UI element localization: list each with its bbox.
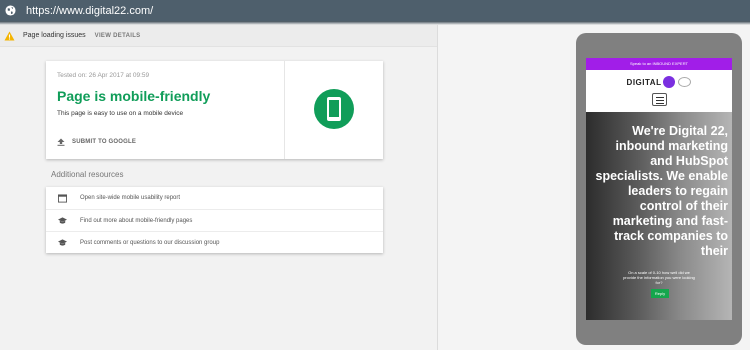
result-card: Tested on: 26 Apr 2017 at 09:59 Page is … <box>46 61 383 159</box>
url-text[interactable]: https://www.digital22.com/ <box>26 5 153 17</box>
page-preview-screen[interactable]: Speak to an INBOUND EXPERT DIGITAL We're… <box>586 58 732 320</box>
partner-seal-icon <box>678 77 692 87</box>
address-bar: https://www.digital22.com/ <box>0 0 750 25</box>
submit-label: SUBMIT TO GOOGLE <box>72 139 137 145</box>
resources-list: Open site-wide mobile usability report F… <box>46 187 383 253</box>
phone-frame: Speak to an INBOUND EXPERT DIGITAL We're… <box>576 33 742 345</box>
resource-label: Post comments or questions to our discus… <box>80 239 220 246</box>
resource-label: Find out more about mobile-friendly page… <box>80 217 193 224</box>
mobile-phone-icon <box>327 97 341 121</box>
logo-mark-icon <box>663 76 676 88</box>
graduation-cap-icon <box>58 239 67 246</box>
warning-icon <box>4 30 15 41</box>
result-summary: Tested on: 26 Apr 2017 at 09:59 Page is … <box>46 61 284 159</box>
upload-icon <box>57 138 65 146</box>
graduation-cap-icon <box>58 217 67 224</box>
browser-window-icon <box>58 193 67 203</box>
resource-discussion-group[interactable]: Post comments or questions to our discus… <box>46 231 383 253</box>
card-divider <box>284 61 285 159</box>
resource-label: Open site-wide mobile usability report <box>80 195 181 201</box>
hero-title: We're Digital 22, inbound marketing and … <box>595 124 728 258</box>
logo-text: DIGITAL <box>626 77 662 87</box>
issues-text: Page loading issues <box>23 32 86 39</box>
additional-resources-title: Additional resources <box>51 170 124 179</box>
hero-section: We're Digital 22, inbound marketing and … <box>586 112 732 320</box>
promo-banner: Speak to an INBOUND EXPERT <box>586 58 732 70</box>
globe-icon <box>5 5 16 16</box>
tested-on-timestamp: Tested on: 26 Apr 2017 at 09:59 <box>57 72 150 79</box>
result-headline: Page is mobile-friendly <box>57 88 211 104</box>
page-loading-issues-bar: Page loading issues VIEW DETAILS <box>0 25 437 47</box>
resource-learn-more[interactable]: Find out more about mobile-friendly page… <box>46 209 383 231</box>
mobile-friendly-badge <box>314 89 354 129</box>
preview-panel: Speak to an INBOUND EXPERT DIGITAL We're… <box>438 25 750 350</box>
results-panel: Page loading issues VIEW DETAILS Tested … <box>0 25 437 350</box>
submit-to-google-button[interactable]: SUBMIT TO GOOGLE <box>57 138 136 146</box>
view-details-link[interactable]: VIEW DETAILS <box>95 33 141 39</box>
site-logo: DIGITAL <box>586 75 732 89</box>
survey-question: On a scale of 0-10 how well did we provi… <box>623 270 695 285</box>
resource-usability-report[interactable]: Open site-wide mobile usability report <box>46 187 383 209</box>
result-subtext: This page is easy to use on a mobile dev… <box>57 110 184 117</box>
reply-button[interactable]: Reply <box>651 289 669 298</box>
hamburger-menu-icon[interactable] <box>652 93 667 106</box>
